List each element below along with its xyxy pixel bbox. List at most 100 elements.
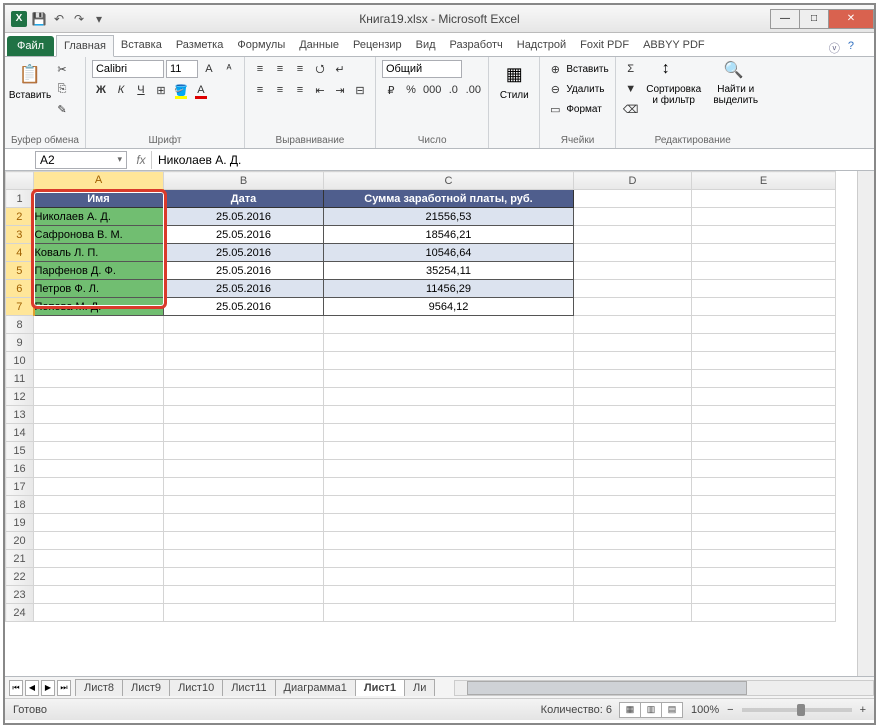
cell[interactable] <box>692 388 836 406</box>
cell[interactable] <box>574 334 692 352</box>
view-normal-icon[interactable]: ▦ <box>619 702 641 718</box>
sheet-tab[interactable]: Лист9 <box>122 679 170 696</box>
cell[interactable] <box>574 388 692 406</box>
ribbon-minimize-icon[interactable]: ⓥ <box>829 40 840 56</box>
cell[interactable] <box>324 316 574 334</box>
cell[interactable] <box>692 550 836 568</box>
font-color-icon[interactable]: A <box>192 81 210 99</box>
cell[interactable] <box>164 532 324 550</box>
cell[interactable] <box>692 316 836 334</box>
cell[interactable] <box>34 532 164 550</box>
cell[interactable] <box>692 586 836 604</box>
copy-icon[interactable]: ⎘ <box>53 80 71 98</box>
name-box[interactable]: A2▾ <box>35 151 127 169</box>
cell[interactable] <box>574 406 692 424</box>
help-icon[interactable]: ? <box>848 40 854 56</box>
sheet-tab[interactable]: Лист11 <box>222 679 275 696</box>
percent-icon[interactable]: % <box>402 81 420 99</box>
cell[interactable] <box>164 370 324 388</box>
row-header[interactable]: 16 <box>6 460 34 478</box>
cell[interactable] <box>164 604 324 622</box>
ribbon-tab-5[interactable]: Рецензир <box>346 35 409 56</box>
row-header[interactable]: 22 <box>6 568 34 586</box>
format-icon[interactable]: ▭ <box>546 100 564 118</box>
find-select-button[interactable]: 🔍 Найти и выделить <box>708 60 764 106</box>
cell[interactable] <box>692 604 836 622</box>
cell[interactable] <box>164 334 324 352</box>
cell[interactable] <box>574 478 692 496</box>
shrink-font-icon[interactable]: ᴬ <box>220 60 238 78</box>
sheet-tab[interactable]: Лист10 <box>169 679 223 696</box>
row-header[interactable]: 4 <box>6 244 34 262</box>
cell[interactable]: Попова М. Д. <box>34 298 164 316</box>
cell[interactable] <box>692 460 836 478</box>
row-header[interactable]: 1 <box>6 190 34 208</box>
cell[interactable] <box>324 442 574 460</box>
cell[interactable] <box>324 388 574 406</box>
row-header[interactable]: 5 <box>6 262 34 280</box>
cell[interactable] <box>692 478 836 496</box>
row-header[interactable]: 9 <box>6 334 34 352</box>
cell[interactable] <box>324 604 574 622</box>
cell[interactable] <box>574 496 692 514</box>
cell[interactable] <box>34 550 164 568</box>
cell[interactable] <box>34 514 164 532</box>
cell[interactable] <box>34 406 164 424</box>
cell[interactable] <box>574 370 692 388</box>
number-format-combo[interactable]: Общий <box>382 60 462 78</box>
delete-icon[interactable]: ⊖ <box>546 80 564 98</box>
ribbon-tab-10[interactable]: ABBYY PDF <box>636 35 712 56</box>
row-header[interactable]: 24 <box>6 604 34 622</box>
cut-icon[interactable]: ✂ <box>53 60 71 78</box>
row-header[interactable]: 23 <box>6 586 34 604</box>
vertical-scrollbar[interactable] <box>857 171 874 676</box>
fill-color-icon[interactable]: 🪣 <box>172 81 190 99</box>
cell[interactable] <box>324 352 574 370</box>
cell[interactable] <box>34 442 164 460</box>
row-header[interactable]: 6 <box>6 280 34 298</box>
cell[interactable] <box>164 586 324 604</box>
clear-icon[interactable]: ⌫ <box>622 100 640 118</box>
cell[interactable] <box>324 496 574 514</box>
cell[interactable] <box>34 334 164 352</box>
cell[interactable] <box>324 568 574 586</box>
save-icon[interactable]: 💾 <box>31 11 47 27</box>
cell[interactable] <box>692 334 836 352</box>
sheet-nav-prev-icon[interactable]: ◀ <box>25 680 39 696</box>
cell[interactable] <box>164 424 324 442</box>
align-top-icon[interactable]: ≡ <box>251 60 269 78</box>
cell[interactable] <box>164 514 324 532</box>
zoom-slider[interactable] <box>742 708 852 712</box>
ribbon-tab-7[interactable]: Разработч <box>443 35 510 56</box>
cell[interactable] <box>692 496 836 514</box>
cell[interactable]: 11456,29 <box>324 280 574 298</box>
indent-inc-icon[interactable]: ⇥ <box>331 81 349 99</box>
cell[interactable] <box>692 532 836 550</box>
merge-icon[interactable]: ⊟ <box>351 81 369 99</box>
align-left-icon[interactable]: ≡ <box>251 81 269 99</box>
cell[interactable] <box>324 478 574 496</box>
cell[interactable] <box>574 514 692 532</box>
row-header[interactable]: 2 <box>6 208 34 226</box>
wrap-icon[interactable]: ↵ <box>331 60 349 78</box>
cell[interactable] <box>34 604 164 622</box>
ribbon-tab-0[interactable]: Главная <box>56 35 114 57</box>
inc-decimal-icon[interactable]: .0 <box>444 81 462 99</box>
row-header[interactable]: 13 <box>6 406 34 424</box>
cell[interactable] <box>692 568 836 586</box>
cell[interactable]: 25.05.2016 <box>164 298 324 316</box>
view-break-icon[interactable]: ▤ <box>661 702 683 718</box>
paste-button[interactable]: 📋 Вставить <box>11 60 49 101</box>
row-header[interactable]: 18 <box>6 496 34 514</box>
cell[interactable] <box>34 316 164 334</box>
cell[interactable] <box>34 586 164 604</box>
col-header[interactable]: B <box>164 172 324 190</box>
cell[interactable] <box>164 478 324 496</box>
ribbon-tab-9[interactable]: Foxit PDF <box>573 35 636 56</box>
currency-icon[interactable]: ₽ <box>382 81 400 99</box>
cell[interactable]: 25.05.2016 <box>164 226 324 244</box>
cell[interactable] <box>164 406 324 424</box>
sheet-tab[interactable]: Диаграмма1 <box>275 679 356 696</box>
cell[interactable] <box>574 316 692 334</box>
row-header[interactable]: 11 <box>6 370 34 388</box>
